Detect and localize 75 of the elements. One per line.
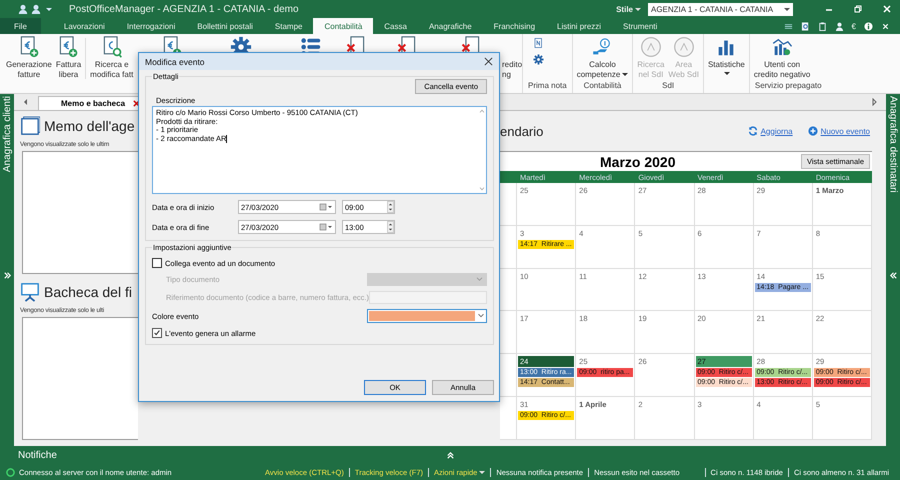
ribbon-button[interactable]: Generazione fatture [4, 34, 54, 93]
ribbon-tab[interactable]: Interrogazioni [116, 18, 186, 34]
connection-icon [6, 468, 15, 476]
document-search-icon[interactable] [800, 22, 810, 30]
ribbon-button[interactable]: Calcolo competenze [574, 34, 630, 81]
refresh-icon[interactable] [748, 126, 758, 136]
calendar-dropdown-icon[interactable] [319, 203, 333, 211]
ribbon-button-label[interactable]: redito ng [502, 34, 522, 93]
dialog-title: Modifica evento [145, 56, 205, 66]
chart-trend-icon [771, 36, 794, 58]
ribbon-tab[interactable]: Lavorazioni [52, 18, 116, 34]
side-panel-label[interactable]: Anagrafica clienti [2, 96, 12, 172]
style-menu[interactable]: Stile [612, 4, 645, 14]
ribbon-tab[interactable]: Franchising [482, 18, 546, 34]
calendar-dropdown-icon[interactable] [319, 223, 333, 231]
expand-icon[interactable] [888, 271, 898, 280]
note-icon [20, 116, 40, 136]
ribbon-tab[interactable]: Strumenti [612, 18, 668, 34]
agency-select[interactable]: AGENZIA 1 - CATANIA - CATANIA [648, 2, 793, 16]
ribbon-button[interactable]: Ricerca e modifica fatt [88, 34, 136, 93]
panel-title: endario [500, 124, 544, 138]
document-icon [532, 38, 544, 49]
checkmark-icon [153, 329, 161, 337]
side-panel[interactable]: Anagrafica clienti [0, 94, 14, 446]
ribbon-tab[interactable]: Cassa [373, 18, 418, 34]
spinner-icon[interactable] [387, 221, 394, 233]
refresh-link[interactable]: Aggiorna [760, 126, 793, 136]
notifications-title: Notifiche [18, 450, 57, 460]
day-cell[interactable] [500, 397, 517, 440]
ribbon-button[interactable]: Utenti con credito negativo [752, 34, 812, 81]
file-menu[interactable]: File [0, 18, 41, 34]
clipboard-icon[interactable] [818, 22, 827, 30]
add-icon[interactable] [808, 126, 818, 136]
ribbon-button[interactable]: Fattura libera [54, 34, 84, 93]
panel-title: Memo dell'age [44, 118, 135, 134]
group-label: Servizio prepagato [754, 81, 823, 92]
scroll-left-icon[interactable] [22, 98, 30, 106]
chevron-down-icon [476, 277, 483, 282]
side-panel-label[interactable]: Anagrafica destinatari [888, 96, 898, 193]
ribbon-tab[interactable]: Anagrafiche [418, 18, 483, 34]
ribbon-tab[interactable]: Contabilità [313, 18, 374, 34]
presentation-board-icon [20, 282, 40, 302]
group-label: Prima nota [527, 81, 568, 92]
user-icon[interactable] [31, 4, 41, 14]
window-title: PostOfficeManager - AGENZIA 1 - CATANIA - demo [69, 4, 299, 14]
panel-title: Bacheca del fi [44, 284, 132, 300]
currency-button[interactable]: € [852, 22, 856, 30]
group-label: Contabilità [582, 81, 622, 92]
new-event-link[interactable]: Nuovo evento [820, 126, 870, 136]
scroll-right-icon[interactable] [870, 98, 878, 106]
expand-icon[interactable] [2, 271, 12, 280]
gear-icon [532, 54, 544, 65]
caret-icon [784, 6, 790, 12]
user-icon[interactable] [834, 22, 844, 30]
color-select[interactable] [367, 309, 487, 323]
ribbon-tab[interactable]: Stampe [264, 18, 314, 34]
ribbon-tab[interactable]: Listini prezzi [546, 18, 612, 34]
close-icon[interactable] [484, 57, 493, 66]
ribbon-button[interactable] [531, 54, 545, 67]
side-panel[interactable]: Anagrafica destinatari [886, 94, 900, 446]
ribbon-tab[interactable]: Bollettini postali [186, 18, 264, 34]
header-band [500, 171, 517, 183]
expand-icon[interactable] [446, 451, 455, 460]
restore-icon[interactable] [853, 4, 863, 14]
info-icon[interactable] [864, 22, 873, 30]
month-title: Marzo 2020 [600, 154, 676, 170]
caret-icon[interactable] [46, 6, 52, 12]
user-icon[interactable] [18, 4, 28, 14]
scrollbar[interactable] [478, 107, 486, 193]
lines-icon[interactable] [784, 22, 793, 30]
caret-icon [635, 6, 641, 12]
ribbon-button[interactable]: Statistiche [706, 34, 747, 81]
group-label: SdI [661, 81, 676, 92]
spinner-icon[interactable] [387, 201, 394, 213]
close-icon[interactable] [133, 100, 140, 107]
